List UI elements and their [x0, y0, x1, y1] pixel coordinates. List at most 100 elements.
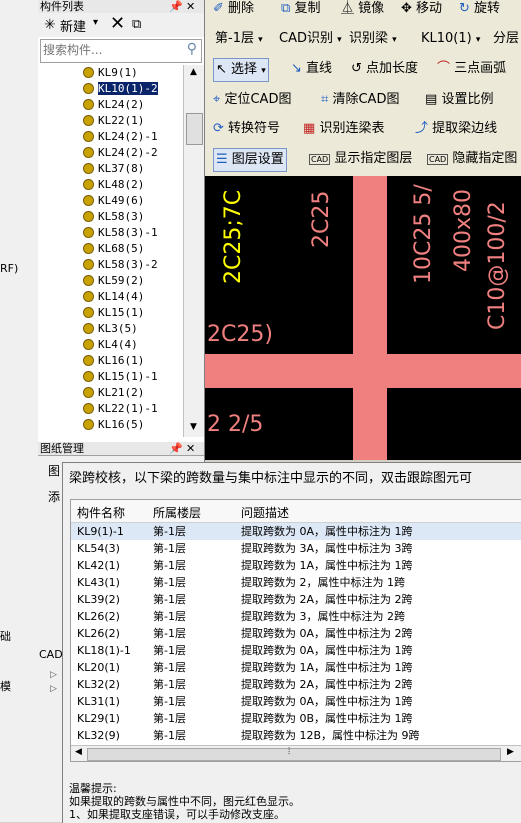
tree-scrollbar[interactable]: ▲ ▼ [183, 65, 204, 437]
pin-icon[interactable]: 📌 [169, 442, 183, 455]
search-icon[interactable]: ⚲ [187, 41, 197, 57]
search-input[interactable] [41, 40, 175, 60]
table-row[interactable]: KL39(2) 第-1层 提取跨数为 2A，属性中标注为 2跨 [71, 591, 521, 608]
cell-floor: 第-1层 [153, 644, 186, 657]
scroll-down-icon[interactable]: ▼ [186, 420, 201, 435]
drawing-tab-fragment[interactable]: 图 [48, 462, 60, 479]
tree-item[interactable]: KL24(2)-1 [83, 129, 158, 145]
delete-button[interactable]: ✐ 删除 [213, 0, 254, 20]
tree-item[interactable]: KL22(1)-1 [83, 401, 158, 417]
move-icon: ✥ [401, 1, 412, 16]
scroll-right-icon[interactable]: ▶ [507, 747, 514, 757]
column-header-name[interactable]: 构件名称 [77, 504, 125, 521]
mirror-button[interactable]: ⏅ 镜像 [341, 0, 384, 20]
table-row[interactable]: KL29(1) 第-1层 提取跨数为 0B，属性中标注为 1跨 [71, 710, 521, 727]
pin-icon[interactable]: 📌 [169, 0, 183, 13]
layer-select[interactable]: 分层 [493, 28, 519, 50]
tree-item[interactable]: KL59(2) [83, 273, 144, 289]
table-row[interactable]: KL32(9) 第-1层 提取跨数为 12B，属性中标注为 9跨 [71, 727, 521, 744]
table-row[interactable]: KL20(1) 第-1层 提取跨数为 1A，属性中标注为 1跨 [71, 659, 521, 676]
recognize-continuous-beam-button[interactable]: ▦ 识别连梁表 [303, 118, 384, 140]
close-panel-icon[interactable]: ✕ [186, 442, 195, 455]
tree-item[interactable]: KL22(1) [83, 113, 144, 129]
cad-panel-fragment: CAD [39, 648, 63, 661]
tree-item[interactable]: KL48(2) [83, 177, 144, 193]
add-drawing-fragment[interactable]: 添 [48, 488, 60, 505]
table-row[interactable]: KL54(3) 第-1层 提取跨数为 3A，属性中标注为 3跨 [71, 540, 521, 557]
expand-icon[interactable]: ▷ [50, 670, 57, 680]
line-button[interactable]: ↘ 直线 [291, 58, 332, 80]
chevron-down-icon[interactable]: ▾ [93, 17, 98, 28]
left-side-panel: RF) 础 模 [0, 0, 39, 822]
cell-description: 提取跨数为 2A，属性中标注为 2跨 [241, 678, 413, 691]
tree-item[interactable]: KL9(1) [83, 65, 138, 81]
copy-button[interactable]: ⧉ 复制 [281, 0, 320, 20]
point-length-button[interactable]: ↺ 点加长度 [351, 58, 418, 80]
tree-item[interactable]: KL58(3)-1 [83, 225, 158, 241]
cad-canvas[interactable]: 2C25;7C 2C25 10C25 5/ 400x80 C10@100/2 2… [205, 176, 521, 460]
table-row[interactable]: KL32(2) 第-1层 提取跨数为 2A，属性中标注为 2跨 [71, 676, 521, 693]
new-icon[interactable]: ✳ [44, 17, 56, 33]
tree-item[interactable]: KL21(2) [83, 385, 144, 401]
search-box[interactable]: ⚲ [40, 39, 202, 63]
show-layer-button[interactable]: CAD 显示指定图层 [309, 148, 412, 170]
cell-floor: 第-1层 [153, 576, 186, 589]
locate-cad-button[interactable]: ⌖ 定位CAD图 [213, 89, 291, 111]
tree-item[interactable]: KL14(4) [83, 289, 144, 305]
copy-icon[interactable]: ⧉ [132, 17, 141, 32]
scroll-thumb[interactable] [186, 113, 203, 145]
table-row[interactable]: KL9(1)-1 第-1层 提取跨数为 0A，属性中标注为 1跨 [71, 523, 521, 540]
table-row[interactable]: KL42(1) 第-1层 提取跨数为 1A，属性中标注为 1跨 [71, 557, 521, 574]
hide-layer-button[interactable]: CAD 隐藏指定图 [427, 148, 517, 170]
beam-component-select[interactable]: KL10(1) ▾ [421, 28, 480, 50]
three-point-arc-button[interactable]: ⌒ 三点画弧 [437, 58, 506, 80]
layers-icon: ☰ [216, 152, 228, 167]
table-row[interactable]: KL43(1) 第-1层 提取跨数为 2，属性中标注为 1跨 [71, 574, 521, 591]
clear-cad-button[interactable]: ⌗ 清除CAD图 [321, 89, 399, 111]
vertical-beam[interactable] [353, 176, 387, 460]
cell-component-name: KL42(1) [77, 559, 120, 572]
layer-settings-button[interactable]: ☰ 图层设置 [213, 148, 287, 172]
table-row[interactable]: KL18(1)-1 第-1层 提取跨数为 0A，属性中标注为 1跨 [71, 642, 521, 659]
column-header-floor[interactable]: 所属楼层 [153, 504, 201, 521]
recognize-beam-select[interactable]: 识别梁 ▾ [349, 28, 397, 50]
tree-item[interactable]: KL37(8) [83, 161, 144, 177]
component-list-header: 构件列表 📌 ✕ [38, 0, 204, 14]
tree-item[interactable]: KL58(3)-2 [83, 257, 158, 273]
floor-select[interactable]: 第-1层 ▾ [215, 28, 263, 50]
extract-beam-edge-button[interactable]: ⤴ 提取梁边线 [415, 118, 497, 140]
scroll-left-icon[interactable]: ◀ [75, 747, 82, 757]
cell-floor: 第-1层 [153, 610, 186, 623]
tree-item[interactable]: KL16(1) [83, 353, 144, 369]
convert-symbol-button[interactable]: ⟳ 转换符号 [213, 118, 280, 140]
tree-item[interactable]: KL15(1)-1 [83, 369, 158, 385]
tree-item[interactable]: KL16(5) [83, 417, 144, 433]
beam-component-icon [83, 386, 94, 398]
tree-item[interactable]: KL4(4) [83, 337, 138, 353]
rotate-button[interactable]: ↻ 旋转 [459, 0, 500, 20]
set-scale-button[interactable]: ▤ 设置比例 [425, 89, 493, 111]
column-header-description[interactable]: 问题描述 [241, 504, 289, 521]
tree-item[interactable]: KL10(1)-2 [83, 81, 159, 97]
tree-item[interactable]: KL3(5) [83, 321, 138, 337]
scroll-up-icon[interactable]: ▲ [186, 65, 201, 80]
delete-icon[interactable]: ✕ [110, 13, 125, 34]
select-button[interactable]: ↖ 选择 ▾ [213, 58, 269, 82]
table-row[interactable]: KL26(2) 第-1层 提取跨数为 3，属性中标注为 2跨 [71, 608, 521, 625]
tree-item[interactable]: KL24(2)-2 [83, 145, 158, 161]
tree-item[interactable]: KL15(1) [83, 305, 144, 321]
close-panel-icon[interactable]: ✕ [186, 0, 195, 13]
cell-description: 提取跨数为 0A，属性中标注为 2跨 [241, 627, 413, 640]
table-row[interactable]: KL26(2) 第-1层 提取跨数为 0A，属性中标注为 2跨 [71, 625, 521, 642]
tree-item[interactable]: KL24(2) [83, 97, 144, 113]
horizontal-scroll-thumb[interactable]: ⦙ [87, 746, 501, 761]
cad-recognition-select[interactable]: CAD识别 ▾ [279, 28, 342, 50]
expand-icon[interactable]: ▷ [50, 684, 57, 694]
table-row[interactable]: KL31(1) 第-1层 提取跨数为 0A，属性中标注为 1跨 [71, 693, 521, 710]
tree-item[interactable]: KL49(6) [83, 193, 144, 209]
horizontal-scrollbar[interactable]: ◀ ⦙ ▶ [71, 745, 521, 761]
new-button[interactable]: 新建 [60, 16, 86, 35]
tree-item[interactable]: KL58(3) [83, 209, 144, 225]
tree-item[interactable]: KL68(5) [83, 241, 144, 257]
move-button[interactable]: ✥ 移动 [401, 0, 442, 20]
